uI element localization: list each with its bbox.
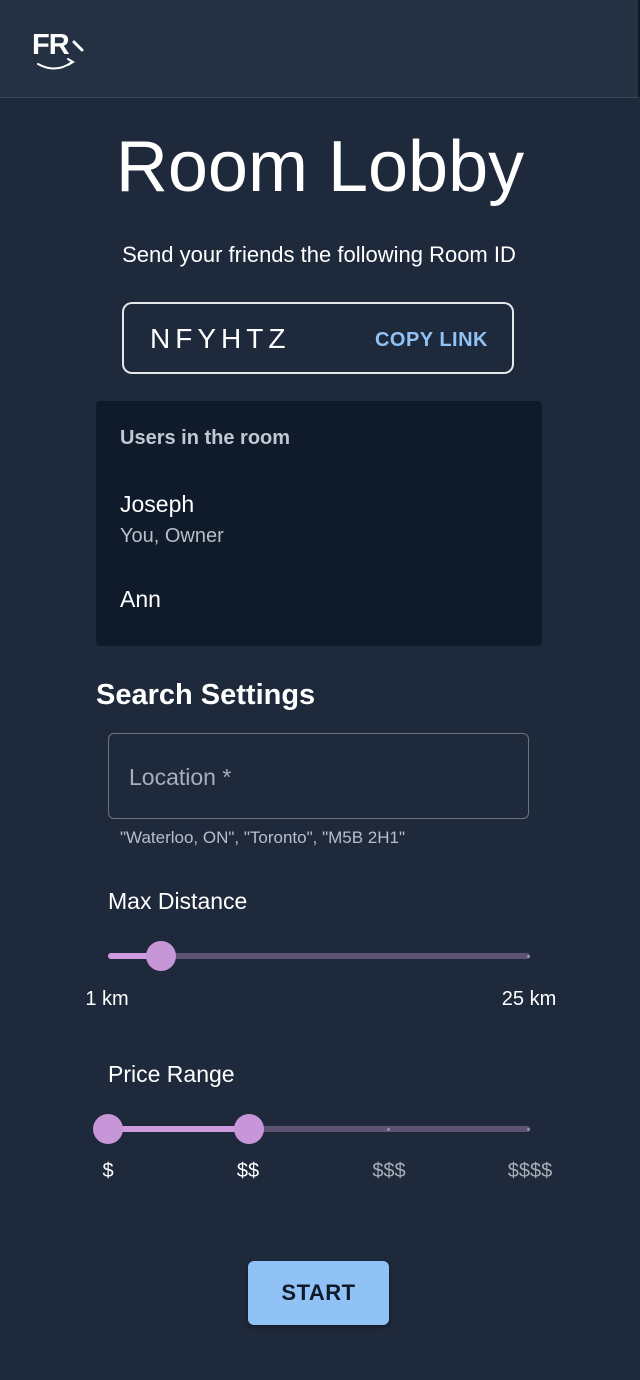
users-list-header: Users in the room — [120, 427, 291, 449]
top-app-bar: FR — [0, 0, 640, 98]
room-id-box: NFYHTZ COPY LINK — [122, 302, 514, 374]
copy-link-button[interactable]: COPY LINK — [375, 328, 488, 352]
slider-mark — [387, 1128, 390, 1131]
room-id-instructions: Send your friends the following Room ID — [122, 242, 516, 267]
slider-end-mark — [527, 955, 530, 958]
start-button[interactable]: START — [248, 1261, 389, 1325]
slider-mark — [527, 1128, 530, 1131]
search-settings-title: Search Settings — [96, 679, 316, 711]
price-mark-label: $$ — [236, 1160, 260, 1182]
location-helper-text: "Waterloo, ON", "Toronto", "M5B 2H1" — [120, 828, 406, 847]
room-id-code: NFYHTZ — [150, 323, 291, 354]
users-list-panel: Users in the room Joseph You, Owner Ann — [96, 401, 542, 646]
app-logo[interactable]: FR — [32, 28, 84, 72]
slider-fill — [108, 1126, 249, 1132]
slider-thumb-low[interactable] — [93, 1114, 123, 1144]
logo-swoosh-icon — [37, 40, 84, 70]
max-distance-max-label: 25 km — [501, 988, 557, 1010]
slider-thumb[interactable] — [145, 941, 176, 971]
max-distance-label: Max Distance — [108, 888, 248, 914]
user-name: Ann — [120, 586, 161, 612]
price-range-label: Price Range — [108, 1061, 235, 1087]
location-input[interactable]: Location * — [108, 733, 529, 819]
price-mark-label: $$$ — [372, 1160, 406, 1182]
max-distance-min-label: 1 km — [85, 988, 129, 1010]
user-name: Joseph — [120, 491, 195, 517]
price-mark-label: $ — [102, 1160, 114, 1182]
slider-thumb-high[interactable] — [233, 1114, 264, 1144]
location-placeholder: Location * — [129, 764, 232, 790]
page-title: Room Lobby — [115, 127, 525, 207]
user-role: You, Owner — [120, 525, 224, 547]
price-mark-label: $$$$ — [507, 1160, 553, 1182]
